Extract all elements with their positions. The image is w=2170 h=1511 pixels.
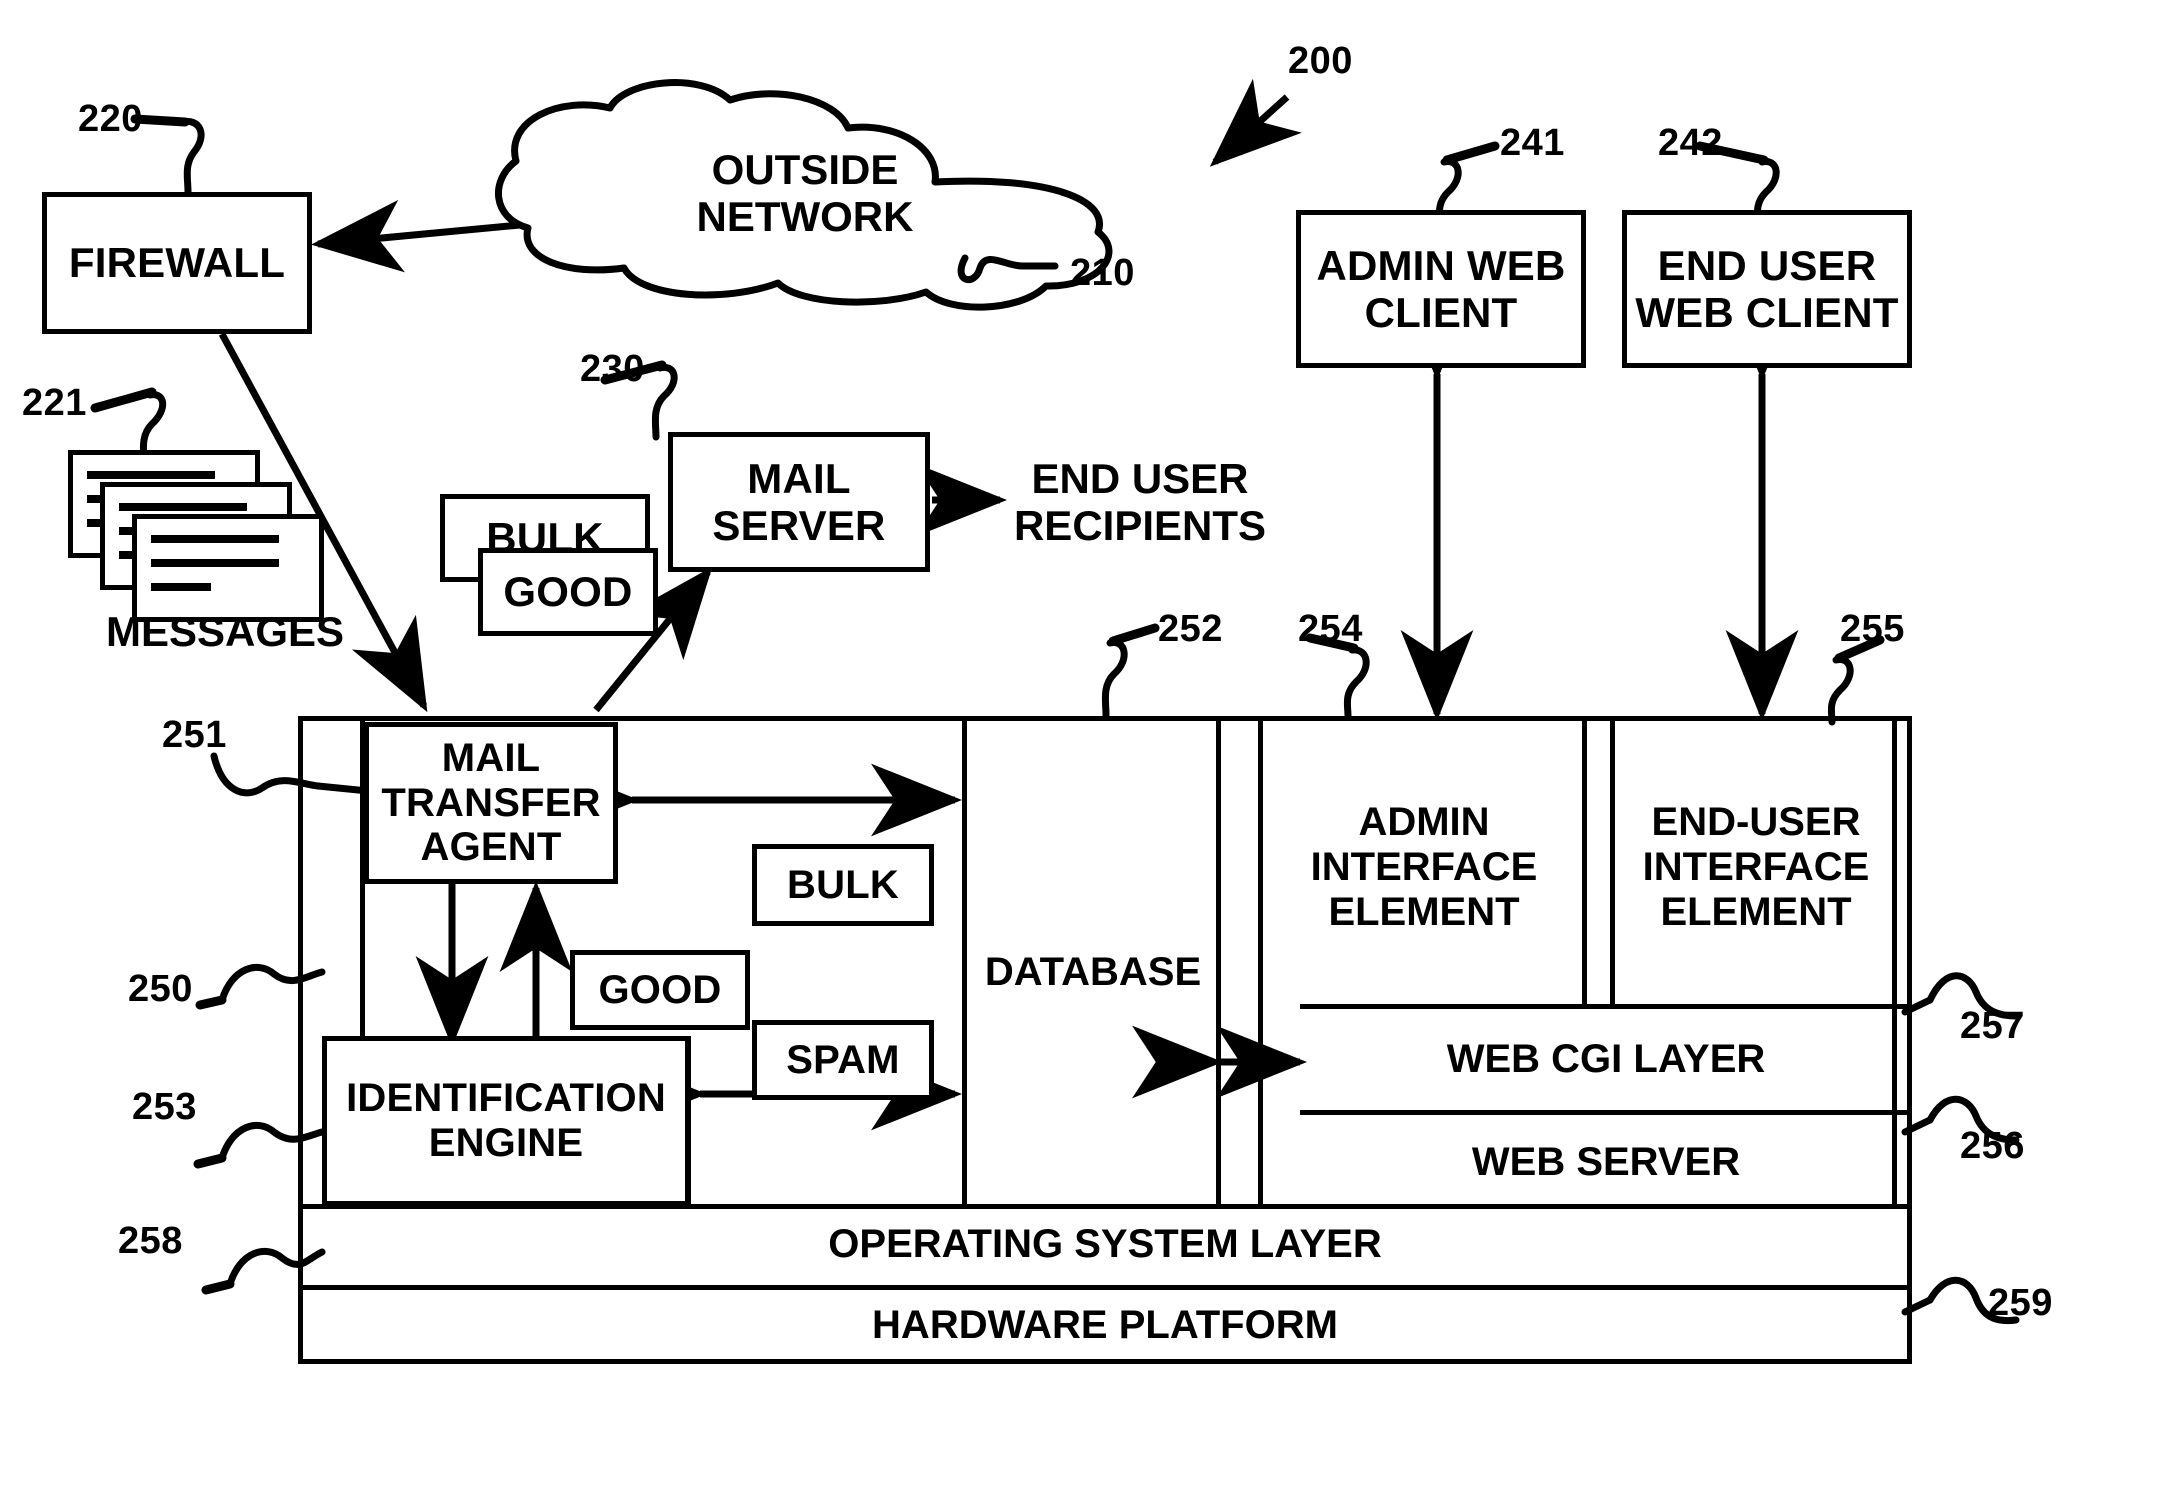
rule-above-hardware: [298, 1285, 1912, 1290]
message-envelope-front: [132, 514, 324, 622]
mail-server-box: MAIL SERVER: [668, 432, 930, 572]
mail-transfer-agent-box: MAIL TRANSFER AGENT: [364, 722, 618, 884]
bulk-inner-box: BULK: [752, 844, 934, 926]
patent-figure-canvas: OUTSIDE NETWORK 210 FIREWALL 220 MESSAGE…: [0, 0, 2170, 1511]
hardware-platform-label: HARDWARE PLATFORM: [872, 1303, 1338, 1347]
outside-network-label: OUTSIDE NETWORK: [696, 146, 914, 241]
ref-258: 258: [118, 1220, 183, 1262]
good-out-box: GOOD: [478, 548, 658, 636]
ref-252: 252: [1158, 608, 1223, 650]
system-divider-gap: [1258, 716, 1263, 1206]
rule-above-web-cgi: [1300, 1004, 1912, 1009]
operating-system-layer-label: OPERATING SYSTEM LAYER: [828, 1222, 1382, 1266]
ref-250: 250: [128, 968, 193, 1010]
ref-255: 255: [1840, 608, 1905, 650]
ref-251: 251: [162, 714, 227, 756]
system-divider-admin-right: [1582, 716, 1587, 1008]
system-divider-db-right: [1216, 716, 1221, 1206]
end-user-interface-element-label: END-USER INTERFACE ELEMENT: [1642, 800, 1870, 934]
ref-220: 220: [78, 98, 143, 140]
ref-257: 257: [1960, 1005, 2025, 1047]
rule-above-web-server: [1300, 1110, 1912, 1115]
firewall-box: FIREWALL: [42, 192, 312, 334]
admin-interface-element-label: ADMIN INTERFACE ELEMENT: [1310, 800, 1538, 934]
ref-210: 210: [1070, 252, 1135, 294]
system-divider-right-inner: [1892, 716, 1897, 1206]
ref-241: 241: [1500, 122, 1565, 164]
ref-259: 259: [1988, 1282, 2053, 1324]
spam-inner-box: SPAM: [752, 1020, 934, 1100]
ref-200: 200: [1288, 40, 1353, 82]
ref-253: 253: [132, 1086, 197, 1128]
database-label: DATABASE: [984, 950, 1202, 994]
web-cgi-layer-label: WEB CGI LAYER: [1446, 1037, 1766, 1081]
messages-label: MESSAGES: [105, 608, 345, 655]
system-divider-db-left: [962, 716, 967, 1206]
admin-web-client-box: ADMIN WEB CLIENT: [1296, 210, 1586, 368]
identification-engine-box: IDENTIFICATION ENGINE: [322, 1036, 690, 1206]
ref-242: 242: [1658, 122, 1723, 164]
ref-254: 254: [1298, 608, 1363, 650]
ref-230: 230: [580, 348, 645, 390]
ref-256: 256: [1960, 1125, 2025, 1167]
ref-221: 221: [22, 382, 87, 424]
end-user-recipients-label: END USER RECIPIENTS: [1013, 455, 1267, 550]
web-server-label: WEB SERVER: [1471, 1140, 1741, 1184]
end-user-web-client-box: END USER WEB CLIENT: [1622, 210, 1912, 368]
good-inner-box: GOOD: [570, 950, 750, 1030]
